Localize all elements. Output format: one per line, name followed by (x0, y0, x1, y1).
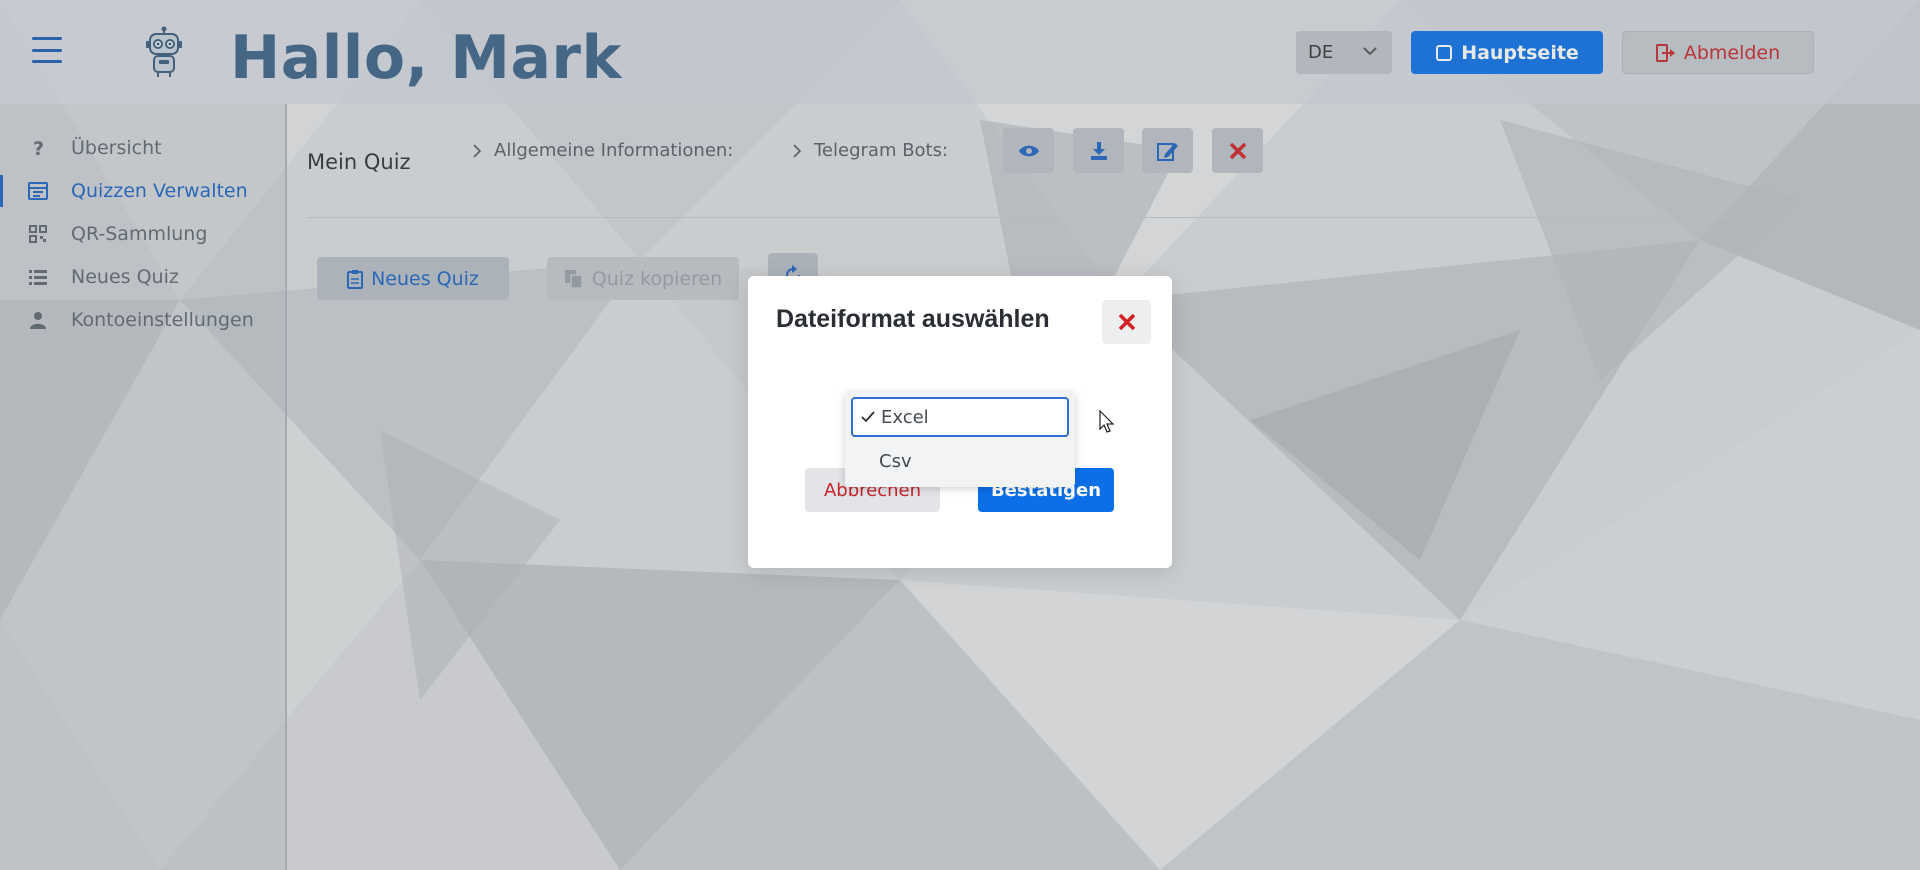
mouse-pointer-icon (1099, 410, 1115, 433)
file-format-select-list: Excel Csv (845, 391, 1075, 487)
option-label: Csv (879, 450, 912, 472)
option-label: Excel (881, 406, 929, 428)
close-icon (1118, 313, 1135, 331)
dialog-title: Dateiformat auswählen (776, 305, 1050, 333)
option-excel[interactable]: Excel (851, 397, 1069, 437)
dialog-close-button[interactable] (1102, 300, 1151, 344)
checkmark-icon (861, 411, 875, 423)
option-csv[interactable]: Csv (851, 441, 1069, 481)
